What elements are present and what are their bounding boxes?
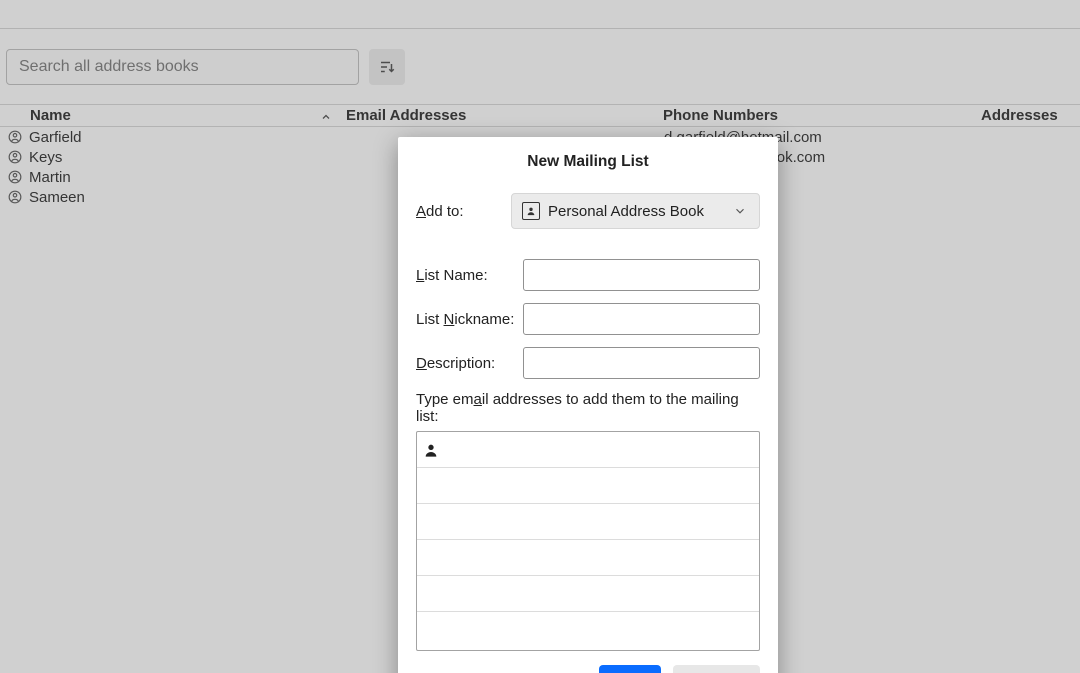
email-row[interactable] [417,504,759,540]
address-book-window: Name Email Addresses Phone Numbers Addre… [0,0,1080,673]
description-label: Description: [416,355,523,372]
email-hint: Type email addresses to add them to the … [398,383,778,431]
email-row[interactable] [417,468,759,504]
email-list-box[interactable] [416,431,760,651]
list-nickname-label: List Nickname: [416,311,523,328]
add-to-label: Add to: [416,203,511,220]
person-icon [423,442,439,458]
email-row[interactable] [417,576,759,612]
email-row[interactable] [417,432,759,468]
email-row[interactable] [417,612,759,648]
description-input[interactable] [523,347,760,379]
add-to-select[interactable]: Personal Address Book [511,193,760,229]
dialog-title: New Mailing List [398,137,778,193]
chevron-down-icon [733,204,747,222]
address-book-icon [522,202,540,220]
new-mailing-list-dialog: New Mailing List Add to: Personal Addres… [398,137,778,673]
email-row[interactable] [417,540,759,576]
list-name-label: List Name: [416,267,523,284]
ok-button[interactable]: OK [599,665,662,673]
add-to-value: Personal Address Book [548,203,704,220]
cancel-button[interactable]: Cancel [673,665,760,673]
list-name-input[interactable] [523,259,760,291]
list-nickname-input[interactable] [523,303,760,335]
